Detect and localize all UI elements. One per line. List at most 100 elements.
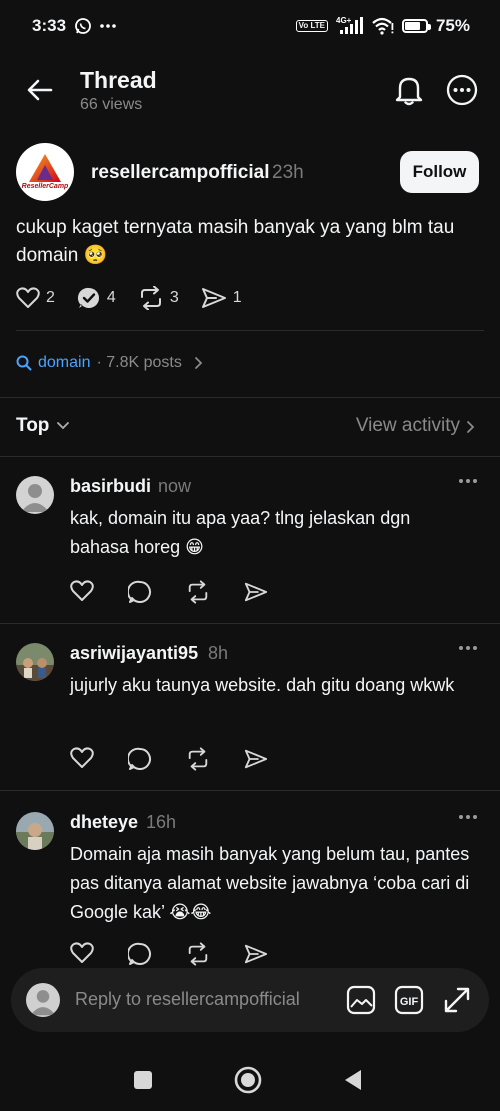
- tag-post-count: · 7.8K posts: [96, 354, 182, 371]
- post-time: 23h: [272, 162, 304, 183]
- reply-username[interactable]: asriwijayanti95: [70, 643, 198, 664]
- more-dots-icon[interactable]: [458, 478, 478, 484]
- whatsapp-icon: [74, 17, 92, 35]
- reply-count-button[interactable]: 4: [77, 286, 116, 310]
- repost-count: 3: [169, 289, 179, 306]
- avatar[interactable]: [16, 643, 54, 681]
- send-icon[interactable]: [244, 580, 268, 604]
- reply-actions: [70, 942, 268, 966]
- post-text: cukup kaget ternyata masih banyak ya yan…: [16, 217, 455, 266]
- sort-dropdown[interactable]: Top: [16, 415, 49, 437]
- send-icon: [201, 288, 226, 308]
- reply-item: dheteye 16h Domain aja masih banyak yang…: [0, 812, 500, 972]
- status-time: 3:33: [32, 16, 67, 35]
- gif-button[interactable]: GIF: [394, 985, 424, 1015]
- recent-apps-icon[interactable]: [133, 1070, 153, 1090]
- heart-icon[interactable]: [70, 580, 94, 602]
- repost-icon: [140, 286, 161, 310]
- system-nav-bar: [0, 1050, 500, 1111]
- back-nav-icon[interactable]: [343, 1068, 363, 1092]
- svg-text:GIF: GIF: [400, 996, 419, 1008]
- signal-icon: 4G+: [336, 16, 364, 36]
- reply-item: asriwijayanti95 8h jujurly aku taunya we…: [0, 643, 500, 783]
- divider: [0, 397, 500, 398]
- comment-icon[interactable]: [128, 942, 152, 966]
- reply-actions: [70, 747, 268, 771]
- avatar[interactable]: [16, 812, 54, 850]
- repost-button[interactable]: 3: [138, 286, 179, 310]
- repost-icon[interactable]: [186, 580, 210, 604]
- notifications-button[interactable]: [394, 74, 424, 106]
- user-photo-icon: [16, 643, 54, 681]
- back-button[interactable]: [26, 76, 54, 104]
- reply-time: 16h: [146, 812, 177, 832]
- more-dots-icon[interactable]: [458, 645, 478, 651]
- repost-icon[interactable]: [186, 942, 210, 966]
- avatar[interactable]: [16, 476, 54, 514]
- follow-button[interactable]: Follow: [400, 151, 479, 193]
- topic-tag[interactable]: domain · 7.8K posts: [16, 354, 204, 372]
- home-icon[interactable]: [234, 1066, 262, 1094]
- heart-icon[interactable]: [70, 942, 94, 964]
- send-icon[interactable]: [244, 747, 268, 771]
- reply-text: Domain aja masih banyak yang belum tau, …: [70, 844, 470, 922]
- user-photo-icon: [16, 812, 54, 850]
- comment-icon[interactable]: [128, 580, 152, 604]
- default-avatar-icon: [21, 484, 49, 512]
- more-options-button[interactable]: [446, 74, 478, 106]
- reply-time: now: [158, 476, 192, 496]
- heart-icon: [16, 287, 40, 308]
- post-author[interactable]: resellercampofficial: [91, 162, 269, 184]
- reply-username[interactable]: basirbudi: [70, 476, 151, 497]
- expand-icon: [444, 987, 470, 1013]
- share-button[interactable]: 1: [201, 286, 242, 310]
- like-count: 2: [46, 289, 55, 306]
- app-header: Thread 66 views: [0, 60, 500, 122]
- comment-icon[interactable]: [128, 747, 152, 771]
- page-title: Thread: [80, 67, 157, 93]
- divider: [0, 623, 500, 624]
- share-count: 1: [232, 289, 242, 306]
- more-dots-icon[interactable]: [458, 814, 478, 820]
- reply-time: 8h: [208, 643, 229, 663]
- reply-composer[interactable]: Reply to resellercampofficial GIF: [11, 968, 489, 1032]
- divider: [0, 456, 500, 457]
- image-icon: [346, 985, 376, 1015]
- image-button[interactable]: [346, 985, 376, 1015]
- reply-text: kak, domain itu apa yaa? tlng jelaskan d…: [70, 508, 411, 557]
- chevron-right-icon[interactable]: [464, 420, 476, 434]
- more-dots-icon: [100, 23, 116, 29]
- gif-icon: GIF: [394, 985, 424, 1015]
- battery-percent: 75%: [435, 16, 470, 35]
- chevron-down-icon[interactable]: [56, 420, 70, 432]
- reply-input[interactable]: Reply to resellercampofficial: [75, 989, 300, 1010]
- reply-username[interactable]: dheteye: [70, 812, 138, 833]
- back-arrow-icon: [27, 79, 53, 101]
- avatar[interactable]: ResellerCamp: [16, 143, 74, 201]
- chevron-right-icon: [194, 357, 203, 369]
- volte-icon: Vo LTE: [295, 20, 328, 32]
- divider: [16, 330, 484, 331]
- view-count: 66 views: [80, 96, 143, 113]
- tag-name: domain: [38, 354, 91, 371]
- sort-row: Top View activity: [0, 412, 500, 442]
- reply-text: jujurly aku taunya website. dah gitu doa…: [70, 675, 455, 695]
- reply-actions: [70, 580, 268, 604]
- reply-item: basirbudi now kak, domain itu apa yaa? t…: [0, 476, 500, 616]
- replied-check-icon: [77, 287, 99, 308]
- resellercamp-logo-icon: [29, 154, 61, 182]
- heart-icon[interactable]: [70, 747, 94, 769]
- send-icon[interactable]: [244, 942, 268, 966]
- bell-icon: [395, 77, 423, 106]
- like-button[interactable]: 2: [16, 287, 55, 309]
- avatar: [26, 983, 60, 1017]
- network-type: 4G+: [336, 16, 352, 25]
- wifi-icon: [372, 17, 394, 35]
- battery-icon: [401, 19, 431, 33]
- more-circle-icon: [446, 74, 478, 106]
- repost-icon[interactable]: [186, 747, 210, 771]
- expand-button[interactable]: [442, 985, 472, 1015]
- post-actions: 2 4 3 1: [16, 286, 264, 310]
- view-activity-link[interactable]: View activity: [356, 415, 460, 437]
- reply-count: 4: [106, 289, 116, 306]
